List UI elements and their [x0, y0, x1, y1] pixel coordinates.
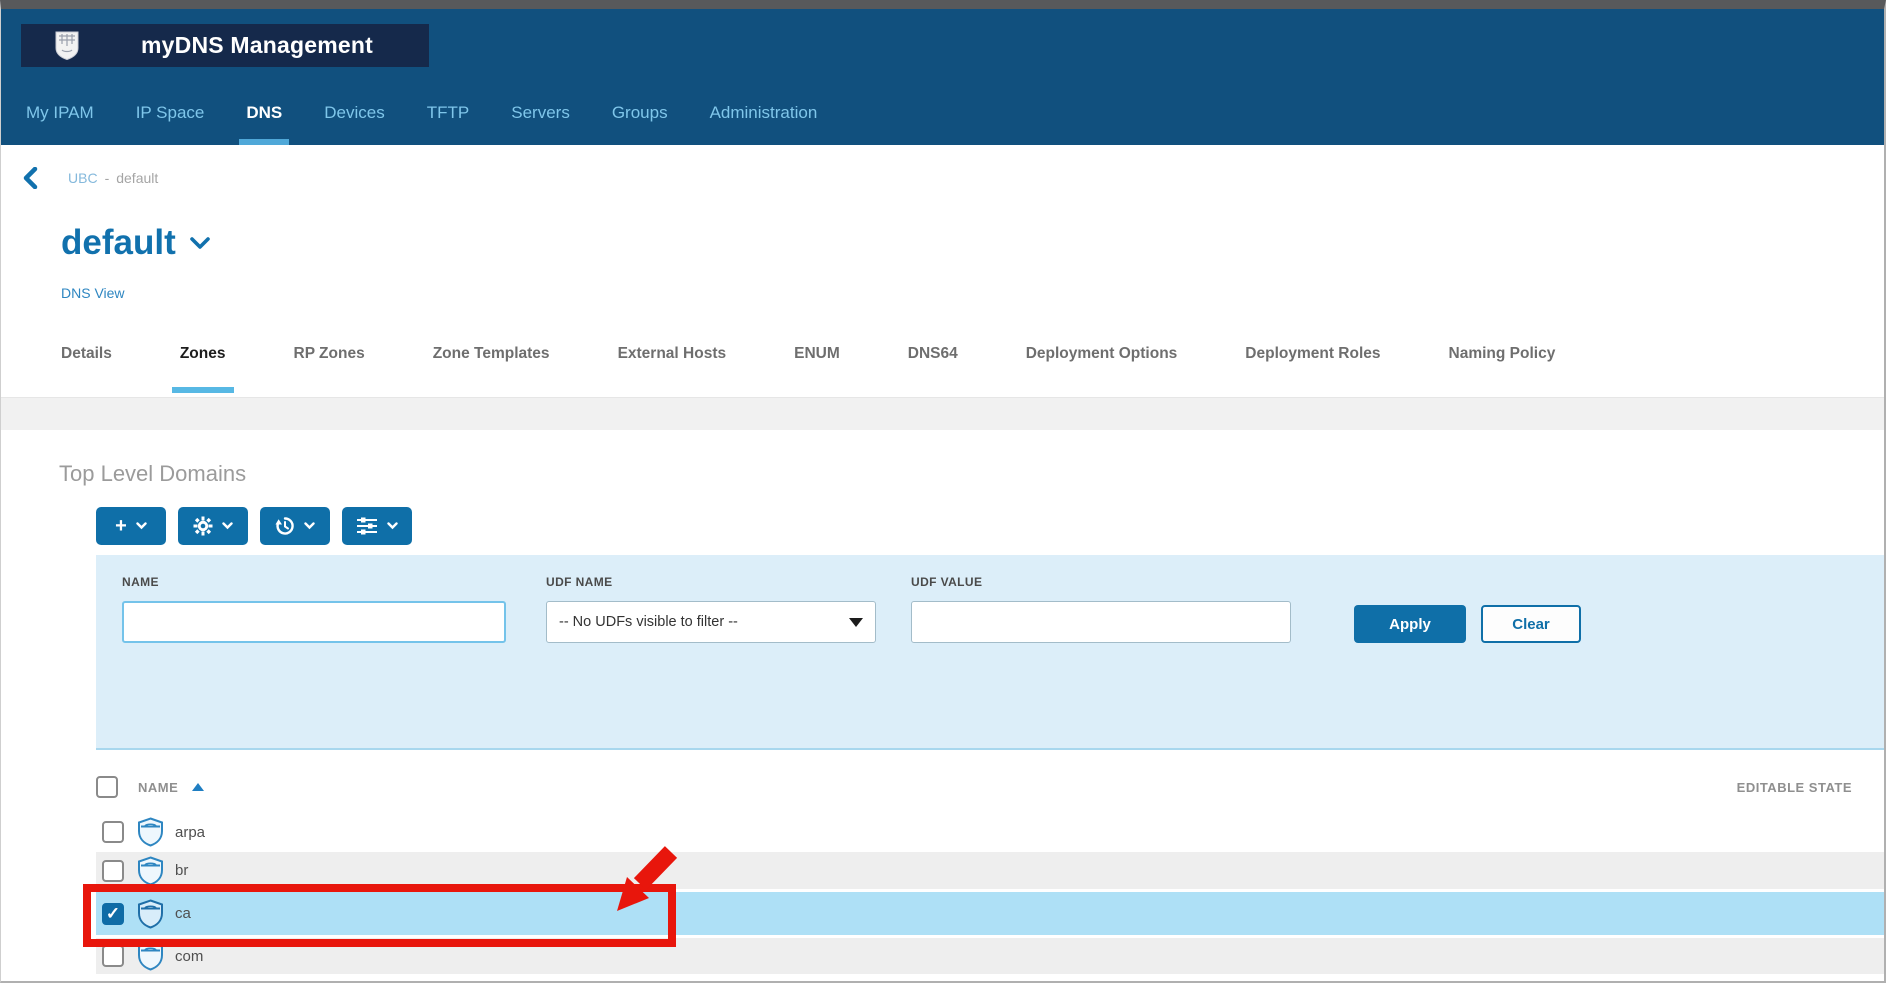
name-filter-input[interactable]	[122, 601, 506, 643]
tab-deployment-roles[interactable]: Deployment Roles	[1245, 335, 1380, 395]
row-label[interactable]: com	[175, 948, 203, 965]
table-header: NAME EDITABLE STATE	[96, 771, 1884, 803]
udf-value-filter-label: UDF VALUE	[911, 575, 982, 589]
select-all-checkbox[interactable]	[96, 776, 118, 798]
tab-naming-policy[interactable]: Naming Policy	[1449, 335, 1556, 395]
udf-name-filter-label: UDF NAME	[546, 575, 613, 589]
tab-zones[interactable]: Zones	[180, 335, 226, 395]
clear-button[interactable]: Clear	[1481, 605, 1581, 643]
app-header: myDNS Management My IPAM IP Space DNS De…	[1, 9, 1884, 145]
row-label[interactable]: ca	[175, 905, 191, 922]
row-checkbox[interactable]	[102, 821, 124, 843]
ubc-crest-icon	[55, 31, 79, 60]
nav-item-devices[interactable]: Devices	[303, 81, 405, 145]
chevron-down-icon	[222, 522, 233, 530]
breadcrumb: UBC - default	[23, 167, 158, 189]
chevron-left-icon	[23, 167, 38, 189]
zone-shield-icon	[137, 856, 164, 886]
column-header-editable-state: EDITABLE STATE	[1737, 780, 1852, 795]
nav-item-servers[interactable]: Servers	[490, 81, 591, 145]
history-button[interactable]	[260, 507, 330, 545]
zone-shield-icon	[137, 941, 164, 971]
app-logo-box[interactable]: myDNS Management	[21, 24, 429, 67]
name-filter-label: NAME	[122, 575, 159, 589]
zone-shield-icon	[137, 817, 164, 847]
tab-details[interactable]: Details	[61, 335, 112, 395]
udf-value-filter-input[interactable]	[911, 601, 1291, 643]
add-icon: +	[115, 516, 127, 536]
chevron-down-icon	[387, 522, 398, 530]
tld-list: arpa br ca	[96, 815, 1884, 977]
tab-rp-zones[interactable]: RP Zones	[294, 335, 365, 395]
table-row-arpa[interactable]: arpa	[96, 815, 1884, 849]
tab-external-hosts[interactable]: External Hosts	[618, 335, 727, 395]
udf-name-select[interactable]: -- No UDFs visible to filter --	[546, 601, 876, 643]
history-icon	[275, 516, 295, 536]
breadcrumb-separator: -	[105, 170, 110, 186]
table-row-ca-selected[interactable]: ca	[96, 892, 1884, 935]
tab-zone-templates[interactable]: Zone Templates	[433, 335, 550, 395]
row-checkbox-checked[interactable]	[102, 903, 124, 925]
column-header-name[interactable]: NAME	[138, 780, 178, 795]
back-button[interactable]	[23, 167, 38, 189]
zone-shield-icon	[137, 899, 164, 929]
chevron-down-icon	[304, 522, 315, 530]
page-subtitle: DNS View	[61, 285, 125, 301]
row-checkbox[interactable]	[102, 860, 124, 882]
chevron-down-icon	[190, 237, 210, 250]
view-tabs: Details Zones RP Zones Zone Templates Ex…	[61, 335, 1884, 395]
nav-item-tftp[interactable]: TFTP	[406, 81, 491, 145]
nav-item-groups[interactable]: Groups	[591, 81, 689, 145]
main-nav: My IPAM IP Space DNS Devices TFTP Server…	[1, 81, 1884, 145]
section-heading: Top Level Domains	[59, 461, 246, 487]
nav-item-my-ipam[interactable]: My IPAM	[5, 81, 115, 145]
breadcrumb-parent[interactable]: UBC	[68, 170, 98, 186]
toolbar: +	[96, 507, 412, 545]
filter-sliders-icon	[356, 516, 378, 536]
add-button[interactable]: +	[96, 507, 166, 545]
table-row-com[interactable]: com	[96, 938, 1884, 974]
nav-item-ip-space[interactable]: IP Space	[115, 81, 226, 145]
settings-button[interactable]	[178, 507, 248, 545]
filter-columns-button[interactable]	[342, 507, 412, 545]
chevron-down-icon	[136, 522, 147, 530]
tab-deployment-options[interactable]: Deployment Options	[1026, 335, 1178, 395]
page-title: default	[61, 223, 176, 263]
nav-item-dns[interactable]: DNS	[225, 81, 303, 145]
table-row-br[interactable]: br	[96, 852, 1884, 889]
tab-enum[interactable]: ENUM	[794, 335, 840, 395]
udf-name-selected-value: -- No UDFs visible to filter --	[559, 614, 849, 630]
tab-dns64[interactable]: DNS64	[908, 335, 958, 395]
view-selector[interactable]: default	[61, 223, 210, 263]
sort-ascending-icon[interactable]	[192, 783, 204, 791]
nav-item-administration[interactable]: Administration	[689, 81, 839, 145]
tab-divider-strip	[1, 397, 1884, 430]
row-label[interactable]: arpa	[175, 824, 205, 841]
row-label[interactable]: br	[175, 862, 188, 879]
caret-down-icon	[849, 618, 863, 627]
filter-panel: NAME UDF NAME -- No UDFs visible to filt…	[96, 555, 1884, 750]
gear-icon	[193, 516, 213, 536]
app-title: myDNS Management	[141, 32, 373, 59]
screenshot-frame: myDNS Management My IPAM IP Space DNS De…	[0, 0, 1886, 983]
apply-button[interactable]: Apply	[1354, 605, 1466, 643]
row-checkbox[interactable]	[102, 945, 124, 967]
breadcrumb-current: default	[116, 170, 158, 186]
